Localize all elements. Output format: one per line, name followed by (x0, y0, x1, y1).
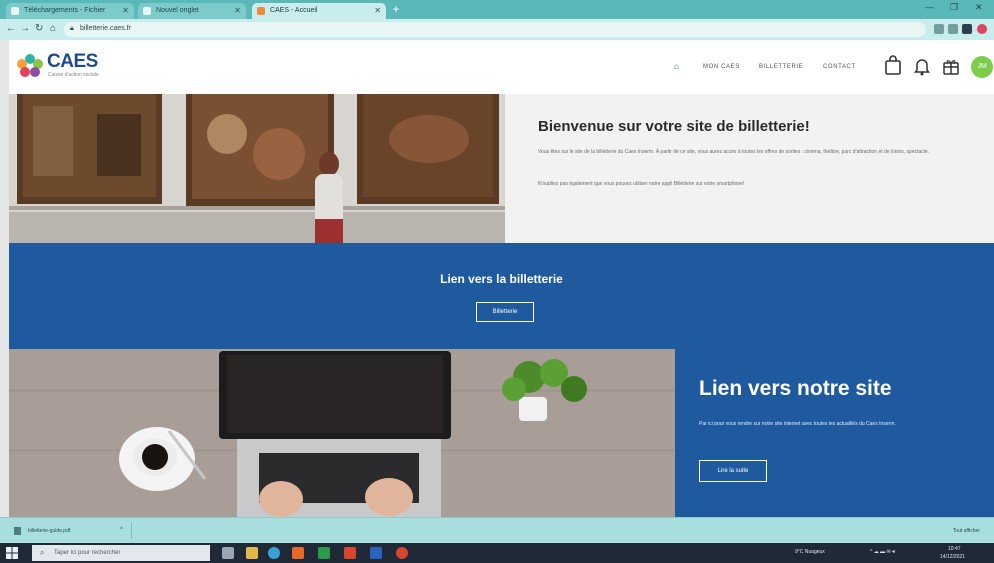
download-item[interactable]: billetterie-guide.pdf ^ (8, 523, 132, 539)
extension-icon[interactable] (962, 24, 972, 34)
tab-close-icon[interactable]: ✕ (234, 6, 241, 15)
forward-icon[interactable]: → (20, 23, 30, 34)
app-icon[interactable] (396, 547, 408, 559)
gallery-illustration (9, 94, 505, 243)
caes-logo-mark-icon (17, 54, 43, 77)
powerpoint-icon[interactable] (344, 547, 356, 559)
nav-billetterie[interactable]: BILLETTERIE (759, 64, 803, 70)
maximize-icon[interactable]: ❐ (950, 2, 958, 13)
laptop-illustration (9, 349, 675, 517)
tab-favicon-icon (11, 7, 19, 15)
url-text: billetterie.caes.fr (80, 25, 131, 32)
hero-paragraph: Vous êtes sur le site de la billetterie … (538, 149, 930, 155)
billetterie-title: Lien vers la billetterie (440, 272, 563, 286)
reload-icon[interactable]: ↻ (35, 23, 43, 34)
back-icon[interactable]: ← (6, 23, 16, 34)
billetterie-section: Lien vers la billetterie Billetterie (9, 243, 994, 349)
bag-icon[interactable] (883, 54, 903, 78)
browser-tab-active[interactable]: CAES - Accueil ✕ (252, 3, 386, 19)
search-icon: ⌕ (40, 548, 45, 557)
site-header: CAES Caisse d'action sociale ⌂ MON CAES … (9, 40, 994, 94)
hero-paragraph: N'oubliez pas également que vous pouvez … (538, 181, 745, 187)
tab-label: Nouvel onglet (156, 7, 199, 14)
browser-tab[interactable]: Téléchargements - Fichier ✕ (6, 3, 134, 19)
tab-close-icon[interactable]: ✕ (122, 6, 129, 15)
file-explorer-icon[interactable] (246, 547, 258, 559)
tab-favicon-icon (143, 7, 151, 15)
chrome-icon[interactable] (268, 547, 280, 559)
site-link-panel: Lien vers notre site Par ici pour vous r… (675, 349, 994, 517)
caes-logo[interactable]: CAES Caisse d'action sociale (15, 49, 103, 85)
address-bar[interactable]: 🔒︎ billetterie.caes.fr (64, 22, 926, 37)
close-window-icon[interactable]: ✕ (975, 2, 983, 13)
file-icon (14, 527, 21, 535)
tray-time[interactable]: 10:47 (948, 546, 961, 552)
minimize-icon[interactable]: — (925, 2, 934, 12)
windows-start-icon[interactable] (6, 547, 18, 559)
user-avatar[interactable]: JM (971, 56, 993, 78)
tray-icons[interactable]: ^ ☁ ▬ ✉ 🔊︎ (870, 549, 895, 555)
billetterie-button[interactable]: Billetterie (476, 302, 534, 322)
hero-title: Bienvenue sur votre site de billetterie! (538, 118, 810, 135)
tab-label: Téléchargements - Fichier (24, 7, 106, 14)
nav-mon-caes[interactable]: MON CAES (703, 64, 740, 70)
browser-tab-strip: Téléchargements - Fichier ✕ Nouvel ongle… (0, 0, 994, 19)
hero-welcome-panel: Bienvenue sur votre site de billetterie!… (505, 94, 994, 243)
hero-gallery-image (9, 94, 505, 243)
weather-tray-text[interactable]: 9°C Nuageux (795, 549, 825, 555)
extension-icon[interactable] (948, 24, 958, 34)
site-link-paragraph: Par ici pour vous rendre sur notre site … (699, 421, 896, 427)
logo-subtitle: Caisse d'action sociale (48, 72, 99, 78)
laptop-desk-image (9, 349, 675, 517)
download-filename: billetterie-guide.pdf (28, 528, 71, 534)
new-tab-button[interactable]: + (389, 3, 403, 16)
bell-icon[interactable] (912, 54, 932, 78)
tab-close-icon[interactable]: ✕ (374, 6, 381, 15)
home-icon[interactable]: ⌂ (50, 23, 56, 34)
tray-date[interactable]: 14/12/2021 (940, 554, 965, 560)
site-link-title: Lien vers notre site (699, 377, 892, 400)
windows-taskbar: ⌕ Taper ici pour rechercher 9°C Nuageux … (0, 543, 994, 563)
browser-toolbar: ← → ↻ ⌂ 🔒︎ billetterie.caes.fr (0, 19, 994, 40)
chevron-up-icon[interactable]: ^ (120, 527, 123, 533)
taskbar-search-placeholder: Taper ici pour rechercher (54, 550, 121, 556)
show-all-downloads-link[interactable]: Tout afficher (953, 528, 980, 534)
nav-home-icon[interactable]: ⌂ (674, 62, 679, 71)
lock-icon: 🔒︎ (70, 25, 74, 32)
taskbar-search-input[interactable]: ⌕ Taper ici pour rechercher (32, 545, 210, 561)
excel-icon[interactable] (318, 547, 330, 559)
logo-name: CAES (47, 51, 98, 72)
downloads-bar: billetterie-guide.pdf ^ Tout afficher (0, 517, 994, 543)
tab-favicon-icon (257, 7, 265, 15)
word-icon[interactable] (370, 547, 382, 559)
browser-tab[interactable]: Nouvel onglet ✕ (138, 3, 246, 19)
nav-contact[interactable]: CONTACT (823, 64, 856, 70)
task-view-icon[interactable] (222, 547, 234, 559)
tab-label: CAES - Accueil (270, 7, 318, 14)
profile-icon[interactable] (977, 24, 987, 34)
read-more-button[interactable]: Lire la suite (699, 460, 767, 482)
gift-icon[interactable] (941, 54, 961, 78)
app-icon[interactable] (292, 547, 304, 559)
extension-icon[interactable] (934, 24, 944, 34)
